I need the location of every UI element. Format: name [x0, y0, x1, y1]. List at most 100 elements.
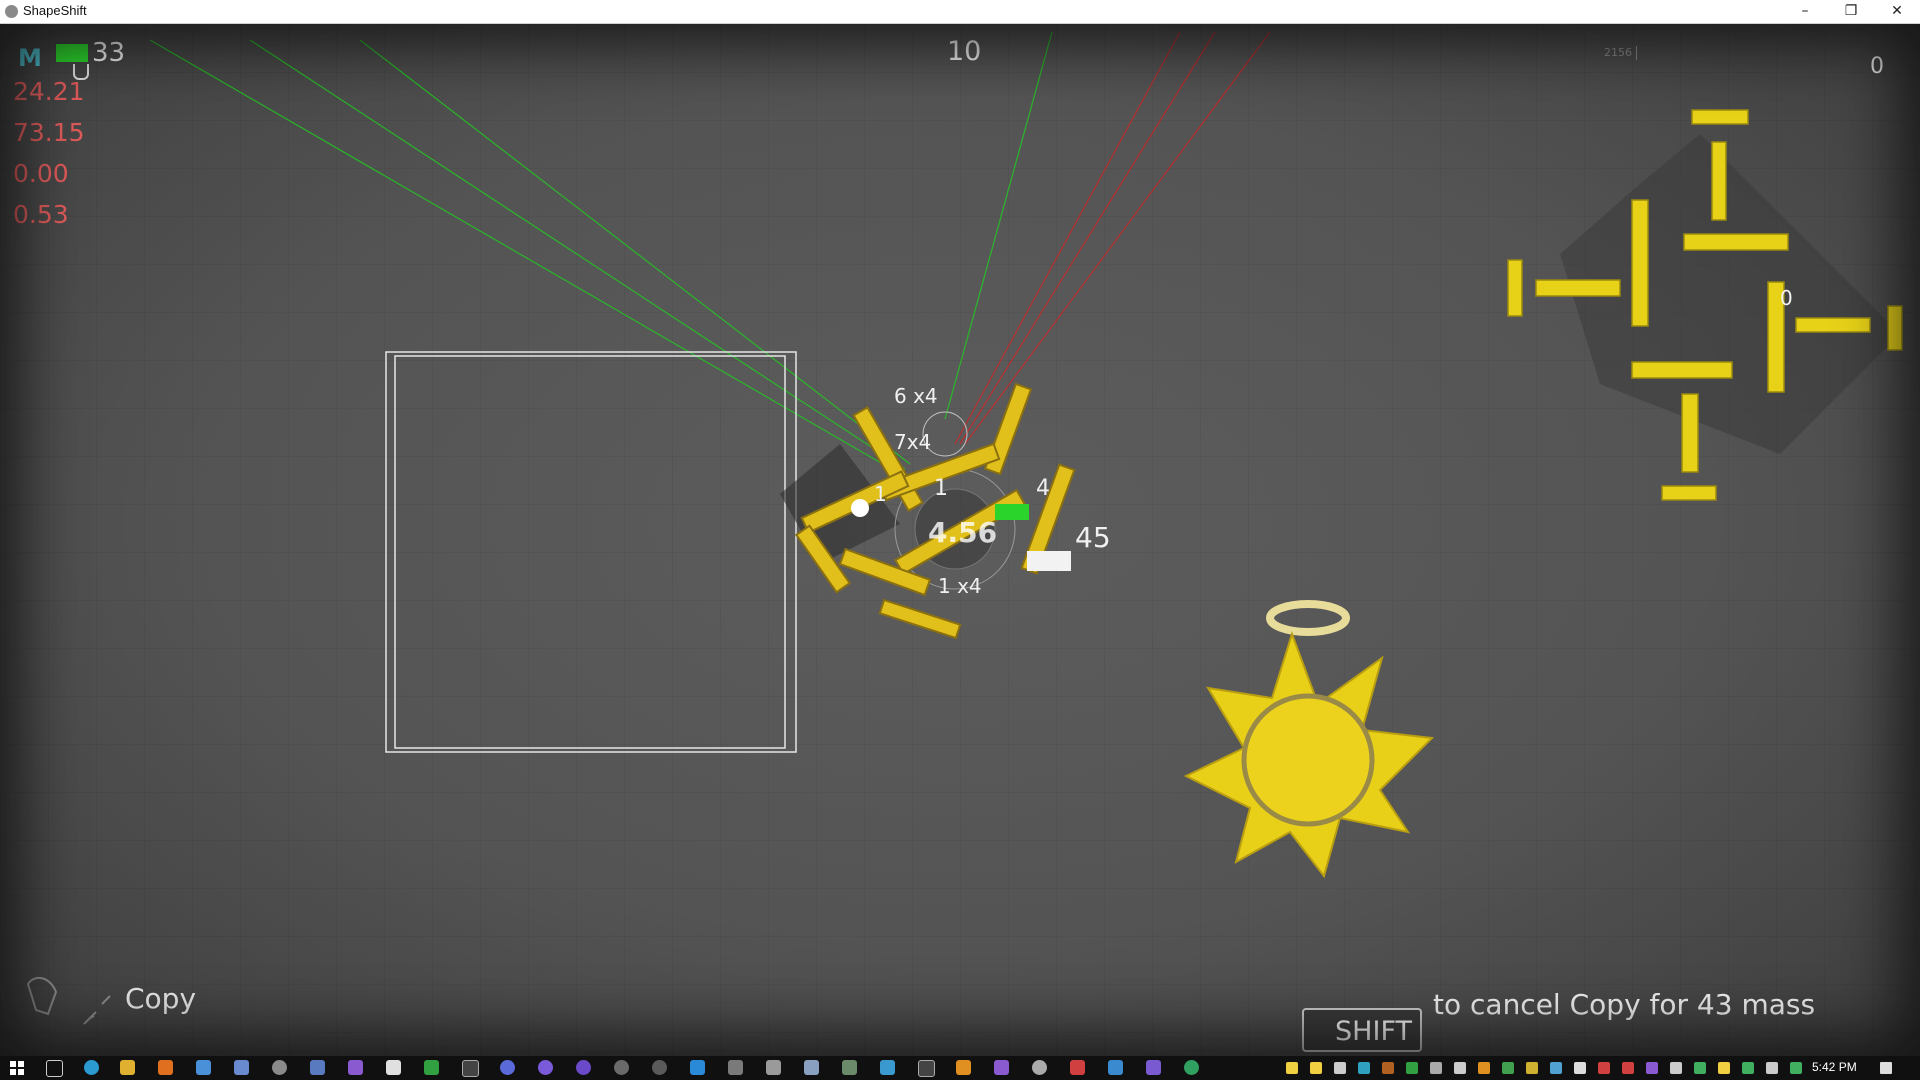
app-icon[interactable]	[766, 1060, 781, 1075]
tray-icon[interactable]	[1358, 1062, 1370, 1074]
app-icon[interactable]	[994, 1060, 1009, 1075]
taskbar: 5:42 PM	[0, 1056, 1920, 1080]
player-ship[interactable]	[780, 382, 1076, 640]
part-label: 7x4	[894, 430, 932, 454]
selection-box-inner	[394, 355, 786, 749]
tray-icon[interactable]	[1550, 1062, 1562, 1074]
app-icon[interactable]	[956, 1060, 971, 1075]
top-right-small-text: 2156	[1604, 46, 1632, 59]
start-button[interactable]	[10, 1061, 24, 1075]
sun-core	[1241, 693, 1375, 827]
top-right-counter: 0	[1870, 54, 1884, 79]
laser-beam	[964, 31, 1271, 445]
notification-icon[interactable]	[1880, 1062, 1892, 1074]
tray-icon[interactable]	[1646, 1062, 1658, 1074]
divider	[1636, 46, 1637, 60]
app-icon[interactable]	[842, 1060, 857, 1075]
app-icon[interactable]	[1108, 1060, 1123, 1075]
formation-part	[1711, 141, 1727, 221]
part-label: 1	[934, 476, 948, 501]
red-laser-beams	[954, 31, 1271, 445]
tray-icon[interactable]	[1742, 1062, 1754, 1074]
app-icon[interactable]	[1070, 1060, 1085, 1075]
hint-text: to cancel Copy for 43 mass	[1433, 988, 1816, 1021]
part-label: 4	[1036, 476, 1050, 501]
formation-part	[1887, 305, 1903, 351]
copy-tool-icon	[83, 995, 111, 1025]
player-count: 33	[92, 38, 126, 68]
steam-icon[interactable]	[310, 1060, 325, 1075]
app-icon[interactable]	[690, 1060, 705, 1075]
app-icon[interactable]	[424, 1060, 439, 1075]
network-icon[interactable]	[1670, 1062, 1682, 1074]
tray-icon[interactable]	[1454, 1062, 1466, 1074]
tray-icon[interactable]	[1310, 1062, 1322, 1074]
ship-block	[1027, 551, 1071, 571]
part-label: 45	[1075, 521, 1111, 554]
taskbar-clock[interactable]: 5:42 PM	[1812, 1060, 1857, 1074]
task-view-icon[interactable]	[46, 1060, 63, 1077]
close-button[interactable]: ✕	[1874, 0, 1920, 23]
formation-part	[1631, 361, 1733, 379]
tray-icon[interactable]	[1526, 1062, 1538, 1074]
app-icon[interactable]	[880, 1060, 895, 1075]
laser-beam	[959, 31, 1216, 445]
tray-icon[interactable]	[1406, 1062, 1418, 1074]
tray-icon[interactable]	[1790, 1062, 1802, 1074]
laser-beam	[944, 31, 1053, 420]
app-icon[interactable]	[576, 1060, 591, 1075]
app-icon[interactable]	[234, 1060, 249, 1075]
tray-icon[interactable]	[1286, 1062, 1298, 1074]
app-icon[interactable]	[1032, 1060, 1047, 1075]
tray-icon[interactable]	[1502, 1062, 1514, 1074]
tray-icon[interactable]	[1334, 1062, 1346, 1074]
app-icon[interactable]	[158, 1060, 173, 1075]
app-icon[interactable]	[652, 1060, 667, 1075]
app-icon[interactable]	[804, 1060, 819, 1075]
star-icon[interactable]	[1718, 1062, 1730, 1074]
minimize-button[interactable]: –	[1782, 0, 1828, 23]
formation-part	[1535, 279, 1621, 297]
title-bar: ShapeShift – ❐ ✕	[0, 0, 1920, 24]
tray-icon[interactable]	[1478, 1062, 1490, 1074]
mass-bar	[56, 44, 88, 62]
app-icon[interactable]	[196, 1060, 211, 1075]
app-icon[interactable]	[272, 1060, 287, 1075]
restore-button[interactable]: ❐	[1828, 0, 1874, 23]
volume-icon[interactable]	[1574, 1062, 1586, 1074]
laser-beam	[954, 31, 1181, 445]
tray-icon[interactable]	[1598, 1062, 1610, 1074]
ship-node	[851, 499, 869, 517]
formation-part	[1507, 259, 1523, 317]
app-icon[interactable]	[1184, 1060, 1199, 1075]
stat-line-2: 73.15	[13, 118, 85, 147]
browser-icon[interactable]	[84, 1060, 99, 1075]
tray-icon[interactable]	[1622, 1062, 1634, 1074]
part-label: 1	[874, 482, 887, 506]
folder-icon[interactable]	[120, 1060, 135, 1075]
formation-part	[1795, 317, 1871, 333]
tray-icon[interactable]	[1694, 1062, 1706, 1074]
sun-object[interactable]	[1183, 600, 1435, 879]
app-icon[interactable]	[614, 1060, 629, 1075]
tray-icon[interactable]	[1382, 1062, 1394, 1074]
stat-line-3: 0.00	[13, 159, 69, 188]
formation-part	[1631, 199, 1649, 327]
app-icon	[5, 5, 18, 18]
app-icon[interactable]	[1146, 1060, 1161, 1075]
hand-icon	[26, 976, 58, 1016]
app-icon[interactable]	[538, 1060, 553, 1075]
terminal-icon[interactable]	[918, 1060, 935, 1077]
app-icon[interactable]	[386, 1060, 401, 1075]
stat-line-1: 24.21	[13, 77, 85, 106]
formation-part	[1661, 485, 1717, 501]
shield-icon[interactable]	[1766, 1062, 1778, 1074]
app-icon[interactable]	[500, 1060, 515, 1075]
game-viewport[interactable]: M 33 24.21 73.15 0.00 0.53 10 2156 0 0 6…	[0, 24, 1920, 1056]
terminal-icon[interactable]	[462, 1060, 479, 1077]
tray-icon[interactable]	[1430, 1062, 1442, 1074]
bottom-left-icons	[26, 976, 111, 1025]
app-icon[interactable]	[728, 1060, 743, 1075]
visual-studio-icon[interactable]	[348, 1060, 363, 1075]
selection-box[interactable]	[385, 351, 797, 753]
